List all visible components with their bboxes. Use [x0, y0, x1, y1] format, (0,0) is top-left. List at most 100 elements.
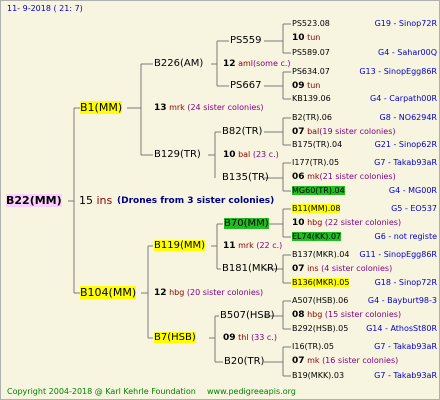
gen4-count: 06: [292, 172, 305, 182]
gen4-count: 07: [292, 127, 305, 137]
gen5-node[interactable]: G19 - Sinop72R: [375, 19, 437, 29]
gen4-node[interactable]: B175(TR).04: [292, 140, 342, 150]
gen3-node[interactable]: B181(MKR): [222, 263, 278, 275]
gen2-sister-note: (33 c.): [251, 333, 277, 342]
gen4-count: 07: [292, 356, 305, 366]
gen5-node[interactable]: G13 - SinopEgg86R: [359, 67, 437, 77]
gen4-info: 07 ins (4 sister colonies): [292, 264, 392, 274]
gen4-race: tun: [307, 33, 321, 42]
root-race: ins: [96, 194, 113, 207]
gen4-count: 10: [292, 33, 305, 43]
gen1-node[interactable]: B1(MM): [80, 101, 123, 115]
gen2-label: B129(TR): [154, 149, 201, 160]
gen4-node[interactable]: B2(TR).06: [292, 113, 332, 123]
gen4-node[interactable]: MG60(TR).04: [292, 186, 345, 196]
gen3-node[interactable]: PS667: [230, 80, 261, 92]
gen3-node[interactable]: B82(TR): [222, 126, 262, 138]
gen4-sister-note: (21 sister colonies): [319, 172, 396, 181]
gen5-node[interactable]: G21 - Sinop62R: [375, 140, 437, 150]
gen1-race: hbg: [169, 288, 185, 297]
gen4-node[interactable]: PS634.07: [292, 67, 330, 77]
gen4-node[interactable]: I177(TR).05: [292, 158, 339, 168]
gen5-node[interactable]: G7 - Takab93aR: [374, 158, 437, 168]
gen4-node[interactable]: KB139.06: [292, 94, 331, 104]
gen4-node[interactable]: B19(MKK).03: [292, 371, 344, 381]
root-info: 15 ins: [79, 194, 112, 208]
gen2-count: 12: [223, 59, 236, 69]
root-note: (Drones from 3 sister colonies): [117, 196, 275, 206]
gen4-node[interactable]: B11(MM).08: [292, 204, 341, 214]
gen1-sister-note: (24 sister colonies): [187, 103, 264, 112]
gen1-label: B104(MM): [80, 286, 137, 299]
gen4-info: 06 mk(21 sister colonies): [292, 172, 396, 182]
gen4-sister-note: (19 sister colonies): [319, 127, 396, 136]
gen4-node[interactable]: A507(HSB).06: [292, 296, 348, 306]
gen3-node[interactable]: B70(MM): [224, 218, 269, 230]
pedigree-chart: 11- 9-2018 ( 21: 7) B22(MM) 15 ins (Dron…: [0, 0, 440, 400]
gen2-count: 09: [223, 333, 236, 343]
gen2-race: aml: [238, 59, 253, 68]
gen5-node[interactable]: G18 - Sinop72R: [375, 278, 437, 288]
gen1-race: mrk: [169, 103, 185, 112]
date-code: 11- 9-2018 ( 21: 7): [7, 4, 83, 13]
gen4-node[interactable]: B292(HSB).05: [292, 324, 348, 334]
gen5-node[interactable]: G7 - Takab93aR: [374, 342, 437, 352]
gen5-node[interactable]: G4 - Sahar00Q: [378, 48, 437, 58]
gen2-count: 11: [223, 241, 236, 251]
gen4-info: 10 tun: [292, 33, 320, 43]
gen4-count: 08: [292, 310, 305, 320]
gen4-sister-note: (16 sister colonies): [322, 356, 399, 365]
gen3-node[interactable]: B507(HSB): [220, 310, 274, 322]
gen4-node[interactable]: B137(MKR).04: [292, 250, 349, 260]
gen4-sister-note: (22 sister colonies): [324, 218, 402, 227]
gen5-node[interactable]: G4 - MG00R: [389, 186, 437, 196]
gen4-race: hbg: [307, 218, 323, 227]
gen2-node[interactable]: B7(HSB): [154, 332, 196, 344]
gen4-race: ins: [307, 264, 319, 273]
gen2-node[interactable]: B119(MM): [154, 240, 206, 252]
gen2-info: 12 aml(some c.): [223, 59, 291, 69]
gen5-node[interactable]: G8 - NO6294R: [380, 113, 437, 123]
gen1-count: 13: [154, 103, 167, 113]
gen2-node[interactable]: B129(TR): [154, 149, 201, 161]
gen4-count: 09: [292, 81, 305, 91]
gen5-node[interactable]: G4 - Carpath00R: [370, 94, 437, 104]
gen3-node[interactable]: B135(TR): [222, 172, 269, 184]
gen4-race: hbg: [307, 310, 323, 319]
gen4-sister-note: (4 sister colonies): [321, 264, 393, 273]
gen4-race: mk: [307, 172, 320, 181]
root-node[interactable]: B22(MM): [6, 194, 62, 208]
gen4-info: 07 bal(19 sister colonies): [292, 127, 396, 137]
gen5-node[interactable]: G11 - SinopEgg86R: [359, 250, 437, 260]
gen2-race: thl: [238, 333, 249, 342]
gen4-info: 09 tun: [292, 81, 320, 91]
gen2-sister-note: (some c.): [253, 59, 291, 68]
gen4-node[interactable]: I16(TR).05: [292, 342, 334, 352]
gen1-sister-note: (20 sister colonies): [186, 288, 264, 297]
gen2-count: 10: [223, 150, 236, 160]
gen5-node[interactable]: G5 - EO537: [391, 204, 437, 214]
gen1-node[interactable]: B104(MM): [80, 286, 137, 300]
gen4-info: 08 hbg (15 sister colonies): [292, 310, 401, 320]
gen4-label: MG60(TR).04: [292, 186, 345, 195]
gen5-node[interactable]: G7 - Takab93aR: [374, 371, 437, 381]
gen4-race: mk: [307, 356, 320, 365]
gen5-node[interactable]: G6 - not registe: [375, 232, 437, 242]
gen4-node[interactable]: B136(MKR).05: [292, 278, 350, 288]
gen2-node[interactable]: B226(AM): [154, 58, 203, 70]
gen3-node[interactable]: B20(TR): [224, 356, 264, 368]
gen5-node[interactable]: G4 - Bayburt98-3: [368, 296, 437, 306]
gen4-label: B136(MKR).05: [292, 278, 350, 287]
gen2-label: B226(AM): [154, 58, 204, 69]
gen5-node[interactable]: G14 - AthosSt80R: [366, 324, 437, 334]
gen4-node[interactable]: PS589.07: [292, 48, 330, 58]
gen1-info: 12 hbg (20 sister colonies): [154, 288, 263, 298]
gen3-node[interactable]: PS559: [230, 35, 261, 47]
website-link[interactable]: www.pedigreeapis.org: [207, 387, 296, 397]
gen4-label: B11(MM).08: [292, 204, 341, 213]
gen2-info: 10 bal (23 c.): [223, 150, 279, 160]
gen4-node[interactable]: PS523.08: [292, 19, 330, 29]
gen4-info: 07 mk (16 sister colonies): [292, 356, 398, 366]
gen4-node[interactable]: EL74(KK).07: [292, 232, 342, 242]
gen4-count: 10: [292, 218, 305, 228]
